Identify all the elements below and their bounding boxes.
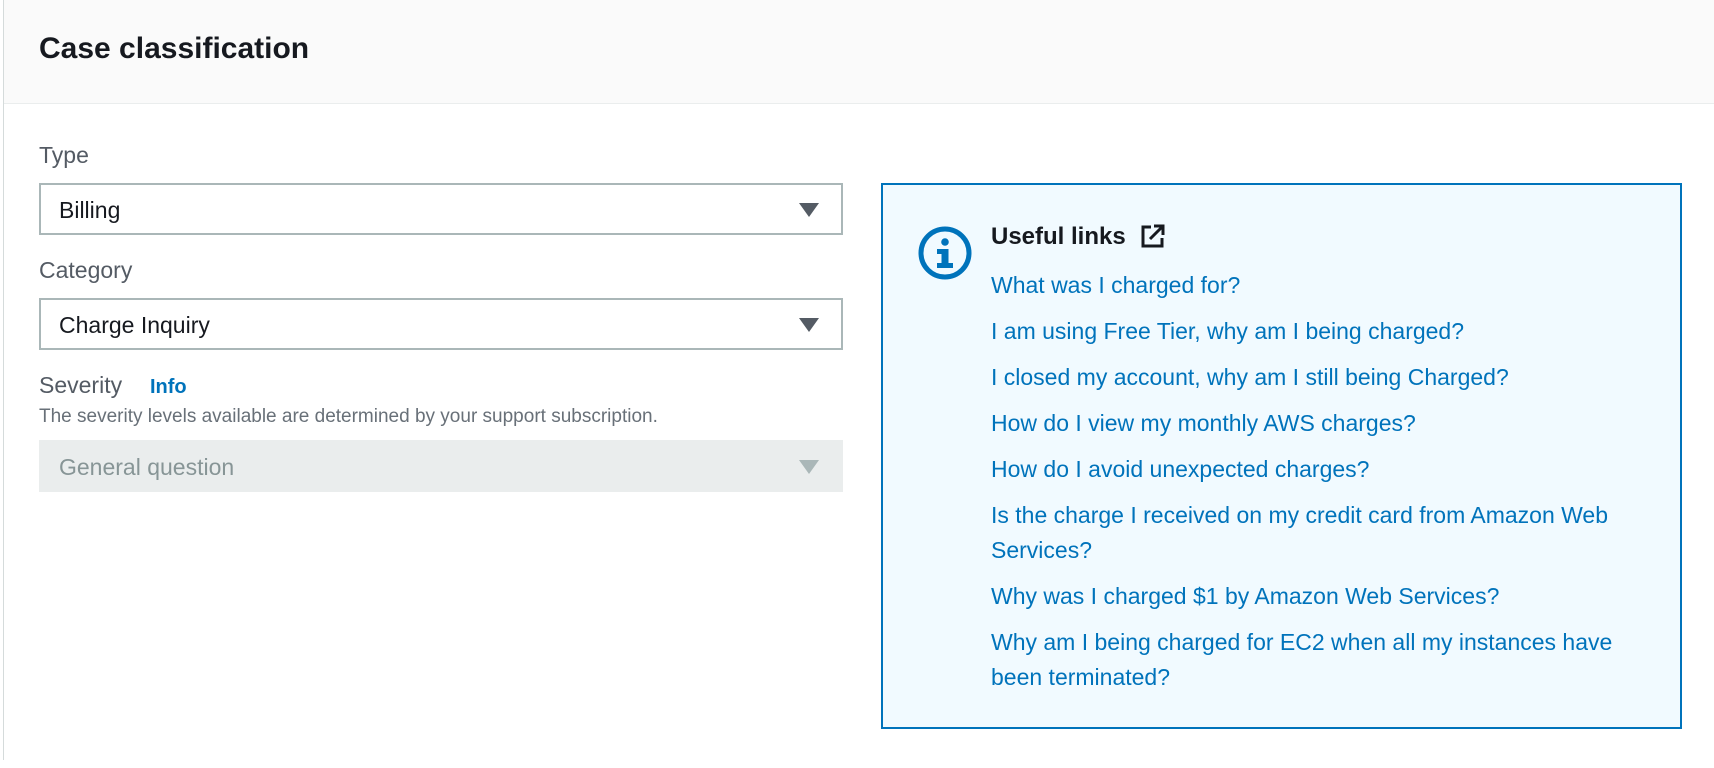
caret-down-icon — [799, 460, 819, 474]
severity-description: The severity levels available are determ… — [39, 406, 658, 427]
caret-down-icon — [799, 318, 819, 332]
info-circle-icon — [918, 226, 972, 280]
useful-link[interactable]: I am using Free Tier, why am I being cha… — [991, 314, 1651, 349]
useful-link[interactable]: How do I view my monthly AWS charges? — [991, 406, 1651, 441]
type-select[interactable]: Billing — [39, 183, 843, 235]
severity-label: Severity — [39, 372, 123, 398]
caret-down-icon — [799, 203, 819, 217]
severity-select-value: General question — [59, 454, 235, 480]
useful-links-list: What was I charged for? I am using Free … — [991, 268, 1651, 706]
category-select[interactable]: Charge Inquiry — [39, 298, 843, 350]
useful-links-box: Useful links What was I charged for? I a… — [881, 183, 1682, 729]
external-link-icon[interactable] — [1139, 222, 1167, 250]
severity-info-link[interactable]: Info — [150, 376, 187, 399]
useful-link[interactable]: Is the charge I received on my credit ca… — [991, 498, 1651, 568]
case-classification-panel: Case classification Type Billing Categor… — [3, 0, 1714, 760]
useful-link[interactable]: What was I charged for? — [991, 268, 1651, 303]
severity-select: General question — [39, 440, 843, 492]
panel-header: Case classification — [4, 0, 1714, 104]
category-label: Category — [39, 257, 133, 283]
category-select-value: Charge Inquiry — [59, 312, 210, 338]
useful-link[interactable]: Why am I being charged for EC2 when all … — [991, 625, 1651, 695]
useful-link[interactable]: Why was I charged $1 by Amazon Web Servi… — [991, 579, 1651, 614]
panel-title: Case classification — [39, 32, 310, 65]
type-label: Type — [39, 142, 89, 168]
useful-link[interactable]: How do I avoid unexpected charges? — [991, 452, 1651, 487]
useful-links-title: Useful links — [991, 223, 1126, 250]
type-select-value: Billing — [59, 197, 121, 223]
useful-link[interactable]: I closed my account, why am I still bein… — [991, 360, 1651, 395]
